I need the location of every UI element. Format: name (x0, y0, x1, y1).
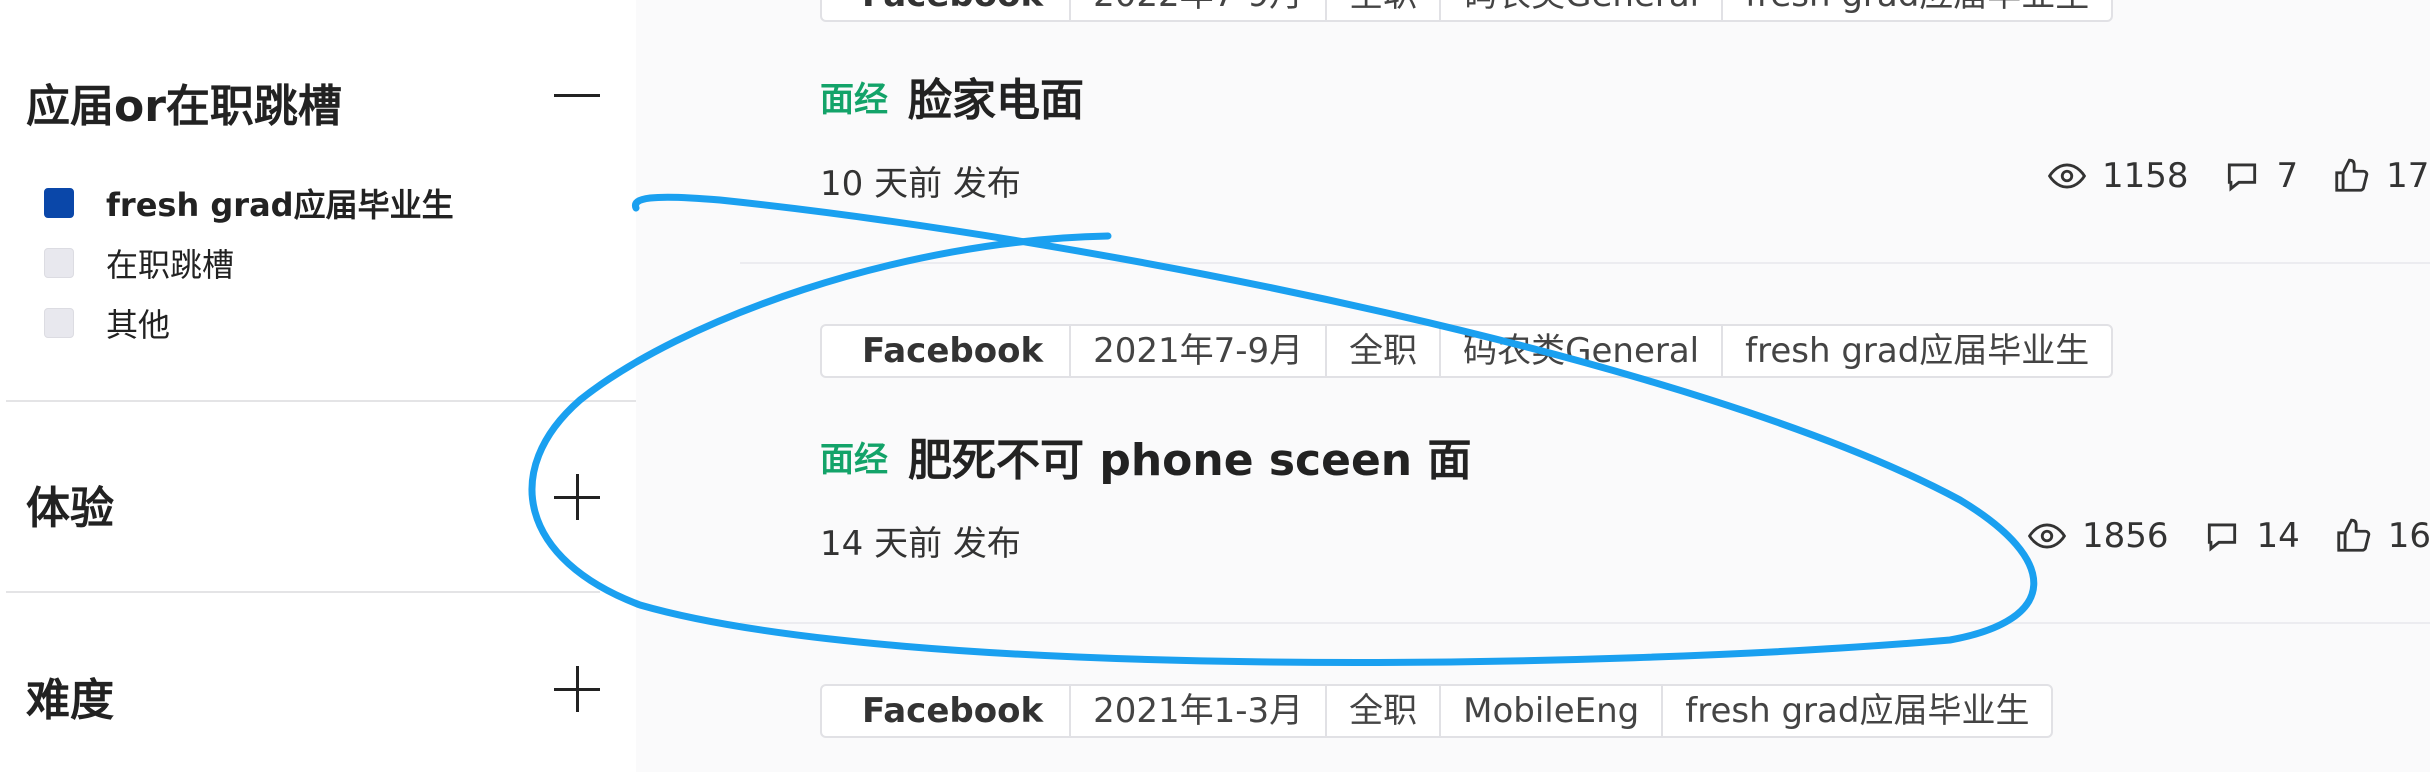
comment-count-value: 14 (2256, 516, 2300, 556)
comment-count[interactable]: 7 (2223, 156, 2299, 196)
post-time: 10 天前 发布 (820, 164, 1021, 204)
tag-company[interactable]: Facebook (822, 0, 1072, 20)
view-count: 1158 (2048, 156, 2189, 196)
row-separator (740, 622, 2430, 624)
comment-count[interactable]: 14 (2203, 516, 2300, 556)
post-list: Facebook 2022年7-9月 全职 码农类General fresh g… (636, 0, 2430, 772)
tag-date[interactable]: 2021年1-3月 (1071, 686, 1328, 736)
eye-icon (2028, 523, 2066, 549)
like-count[interactable]: 17 (2332, 156, 2429, 196)
tag-experience[interactable]: fresh grad应届毕业生 (1723, 0, 2111, 20)
thumbs-up-icon (2337, 518, 2371, 552)
like-count-value: 16 (2387, 516, 2430, 556)
plus-icon[interactable] (552, 664, 602, 714)
post-tags: Facebook 2021年1-3月 全职 MobileEng fresh gr… (820, 684, 2054, 738)
filter-option-other[interactable]: 其他 (44, 300, 170, 346)
post-tags: Facebook 2021年7-9月 全职 码农类General fresh g… (820, 324, 2114, 378)
tag-job-type[interactable]: 全职 (1327, 686, 1442, 736)
tag-job-type[interactable]: 全职 (1327, 326, 1442, 376)
like-count[interactable]: 16 (2334, 516, 2430, 556)
view-count-value: 1158 (2102, 156, 2189, 196)
like-count-value: 17 (2386, 156, 2430, 196)
checkbox-icon[interactable] (44, 308, 74, 338)
post-stats: 1158 7 17 (2048, 156, 2430, 196)
plus-icon[interactable] (552, 472, 602, 522)
eye-icon (2048, 163, 2086, 189)
minus-icon[interactable] (552, 70, 602, 120)
filter-section-title-job-status[interactable]: 应届or在职跳槽 (26, 70, 342, 134)
tag-category[interactable]: 码农类General (1441, 0, 1724, 20)
filter-section-title-experience[interactable]: 体验 (26, 472, 114, 536)
filter-option-label: 其他 (106, 306, 171, 344)
comment-count-value: 7 (2276, 156, 2299, 196)
filter-section-title-difficulty[interactable]: 难度 (26, 664, 114, 728)
filter-option-fresh-grad[interactable]: fresh grad应届毕业生 (44, 180, 454, 226)
tag-experience[interactable]: fresh grad应届毕业生 (1663, 686, 2051, 736)
checkbox-checked-icon[interactable] (44, 188, 74, 218)
post-title-row[interactable]: 面经 肥死不可 phone sceen 面 (820, 424, 1471, 488)
tag-date[interactable]: 2022年7-9月 (1071, 0, 1328, 20)
section-divider (6, 400, 636, 402)
comment-icon (2227, 163, 2256, 192)
filter-sidebar: 应届or在职跳槽 fresh grad应届毕业生 在职跳槽 其他 体验 难度 (0, 0, 636, 772)
comment-icon (2207, 523, 2236, 552)
view-count-value: 1856 (2082, 516, 2169, 556)
tag-category[interactable]: MobileEng (1441, 686, 1664, 736)
post-type-badge: 面经 (820, 79, 888, 120)
tag-job-type[interactable]: 全职 (1327, 0, 1442, 20)
section-divider (6, 591, 600, 593)
filter-option-label: fresh grad应届毕业生 (106, 186, 454, 224)
thumbs-up-icon (2335, 158, 2369, 192)
tag-company[interactable]: Facebook (822, 686, 1072, 736)
post-type-badge: 面经 (820, 439, 888, 480)
tag-company[interactable]: Facebook (822, 326, 1072, 376)
post-title-row[interactable]: 面经 脸家电面 (820, 64, 1084, 128)
post-time: 14 天前 发布 (820, 524, 1021, 564)
row-separator (740, 262, 2430, 264)
tag-experience[interactable]: fresh grad应届毕业生 (1723, 326, 2111, 376)
tag-date[interactable]: 2021年7-9月 (1071, 326, 1328, 376)
post-title[interactable]: 脸家电面 (908, 64, 1084, 128)
checkbox-icon[interactable] (44, 248, 74, 278)
filter-option-job-change[interactable]: 在职跳槽 (44, 240, 234, 286)
post-stats: 1856 14 16 (2028, 516, 2430, 556)
post-title[interactable]: 肥死不可 phone sceen 面 (908, 424, 1471, 488)
tag-category[interactable]: 码农类General (1441, 326, 1724, 376)
filter-option-label: 在职跳槽 (106, 246, 235, 284)
post-tags: Facebook 2022年7-9月 全职 码农类General fresh g… (820, 0, 2114, 22)
view-count: 1856 (2028, 516, 2169, 556)
